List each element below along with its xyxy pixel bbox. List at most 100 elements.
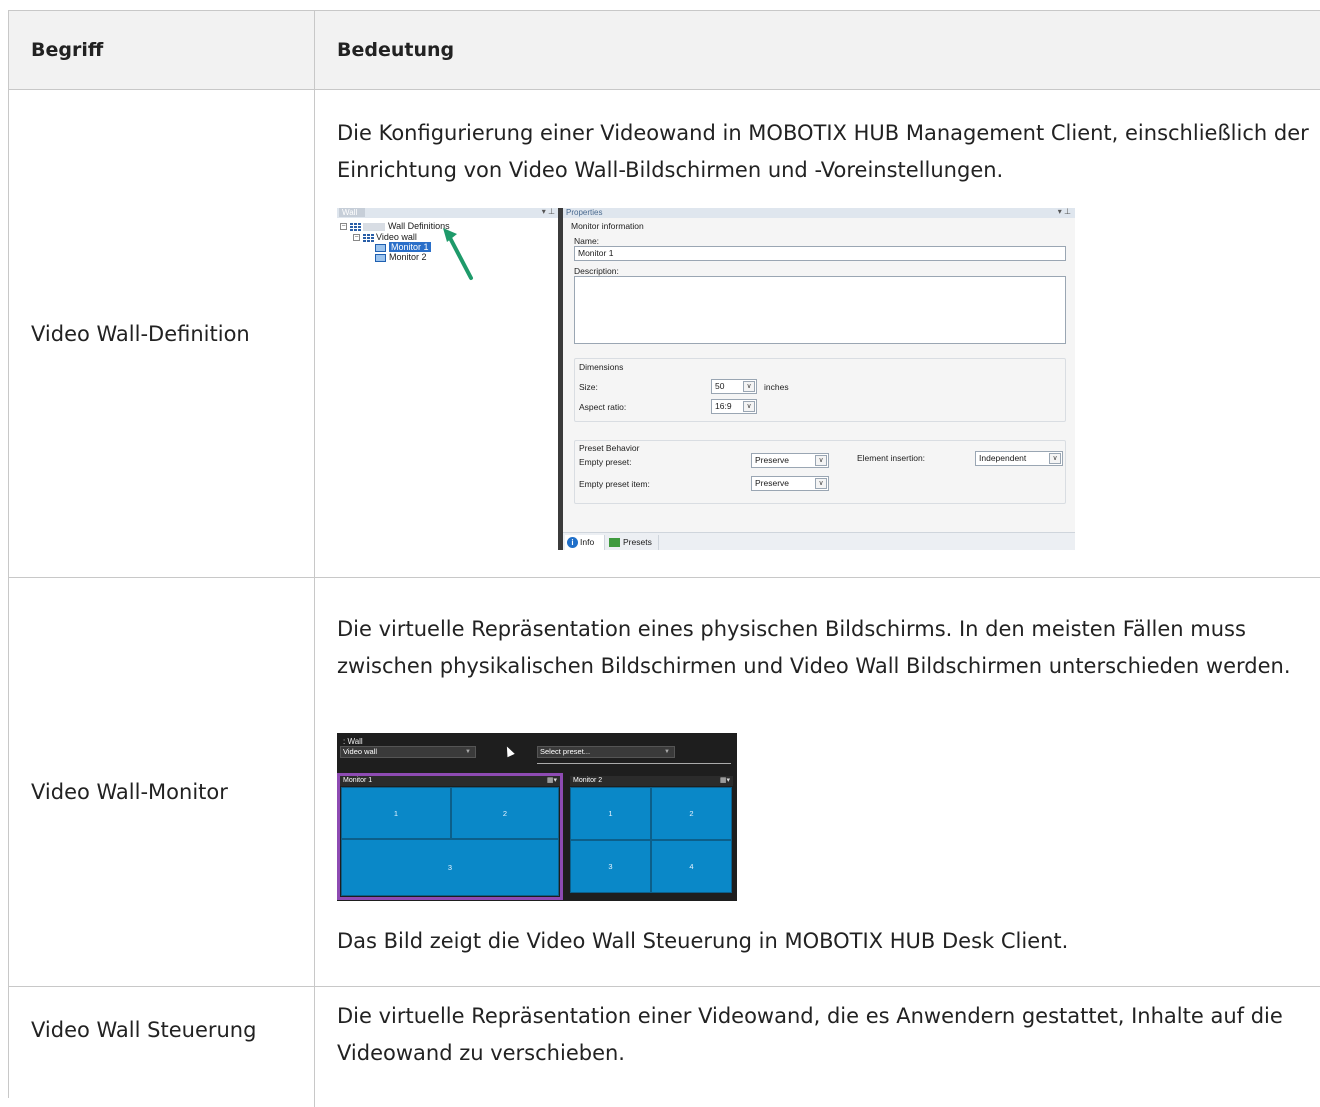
- wall-title: : Wall: [343, 737, 363, 746]
- tile-number: 2: [502, 808, 508, 818]
- monitor-1[interactable]: Monitor 1 ▦▾ 1 2 3: [337, 773, 563, 900]
- view-tile[interactable]: 2: [651, 787, 732, 840]
- properties-title: Properties: [566, 208, 603, 217]
- monitor-2[interactable]: Monitor 2 ▦▾ 1 2 3 4: [570, 776, 733, 901]
- term-cell: Video Wall Steuerung: [9, 987, 315, 1107]
- table-row: Video Wall Steuerung Die virtuelle Reprä…: [9, 987, 1320, 1107]
- tree-node-monitor-1: Monitor 1: [375, 242, 431, 252]
- empty-preset-item-value: Preserve: [755, 478, 790, 488]
- size-unit: inches: [764, 382, 789, 392]
- view-tile[interactable]: 3: [570, 840, 651, 893]
- header-cell-term: Begriff: [9, 11, 315, 89]
- cursor-icon: [503, 744, 515, 758]
- tree-monitor-2-label: Monitor 2: [389, 252, 427, 262]
- tree-wall-label: Video wall: [376, 232, 417, 242]
- term-label: Video Wall Steuerung: [31, 1018, 257, 1042]
- tile-number: 3: [447, 863, 453, 872]
- monitor-1-header: Monitor 1 ▦▾: [340, 776, 560, 786]
- grid-icon: [349, 222, 361, 232]
- tile-number: 1: [608, 809, 613, 818]
- monitor-information-title: Monitor information: [571, 221, 644, 231]
- green-arrow-icon: [443, 228, 473, 280]
- name-input[interactable]: Monitor 1: [574, 246, 1066, 261]
- view-tile[interactable]: 2: [451, 787, 559, 839]
- collapse-icon: −: [340, 223, 347, 231]
- preset-behavior-title: Preset Behavior: [579, 443, 640, 453]
- tile-number: 3: [608, 862, 613, 871]
- description-cell: Die virtuelle Repräsentation einer Video…: [315, 987, 1320, 1107]
- empty-preset-value: Preserve: [755, 455, 790, 465]
- tab-info-label: Info: [580, 537, 595, 547]
- aspect-ratio-value: 16:9: [715, 401, 732, 411]
- grid-layout-icon[interactable]: ▦▾: [720, 776, 730, 786]
- wall-select-value: Video wall: [343, 747, 378, 756]
- grid-layout-icon[interactable]: ▦▾: [547, 776, 557, 786]
- pin-icon: ▾ ⊥: [541, 208, 555, 216]
- header-meaning: Bedeutung: [337, 39, 455, 61]
- tree-node-video-wall: − Video wall: [353, 232, 417, 243]
- tile-number: 1: [393, 808, 399, 818]
- view-tile[interactable]: 4: [651, 840, 732, 893]
- element-insertion-select[interactable]: Independent ∨: [975, 451, 1063, 466]
- wall-panel-title: Wall: [339, 208, 365, 217]
- chevron-down-icon: ∨: [815, 455, 827, 466]
- tree-monitor-1-label: Monitor 1: [389, 242, 431, 252]
- pin-icon: ▾ ⊥: [1057, 208, 1071, 216]
- description-textarea[interactable]: [574, 276, 1066, 344]
- wall-select[interactable]: Video wall ▼: [340, 746, 476, 758]
- header-cell-meaning: Bedeutung: [315, 11, 1320, 89]
- monitor-icon: [375, 253, 386, 262]
- preset-behavior-group: [574, 440, 1066, 504]
- empty-preset-item-label: Empty preset item:: [579, 479, 650, 489]
- view-tile[interactable]: 1: [341, 787, 451, 839]
- chevron-down-icon: ▼: [664, 749, 670, 755]
- monitor-2-name: Monitor 2: [573, 777, 603, 784]
- tree-node-monitor-2: Monitor 2: [375, 252, 427, 262]
- element-insertion-label: Element insertion:: [857, 453, 926, 463]
- empty-preset-item-select[interactable]: Preserve ∨: [751, 476, 829, 491]
- definitions-table: Begriff Bedeutung Video Wall-Definition …: [8, 10, 1320, 1107]
- element-insertion-value: Independent: [979, 453, 1027, 463]
- view-tile[interactable]: 3: [341, 839, 559, 896]
- dimensions-group: [574, 358, 1066, 422]
- grid-icon: [362, 233, 374, 243]
- tab-presets[interactable]: Presets: [607, 535, 659, 550]
- preset-select[interactable]: Select preset... ▼: [537, 746, 675, 758]
- table-row: Video Wall-Definition Die Konfigurierung…: [9, 90, 1320, 578]
- term-label: Video Wall-Definition: [31, 322, 250, 346]
- tab-info[interactable]: i Info: [565, 535, 605, 550]
- redacted-box: [363, 222, 385, 231]
- monitor-1-name: Monitor 1: [343, 777, 373, 784]
- collapse-icon: −: [353, 234, 360, 242]
- description-cell: Die Konfigurierung einer Videowand in MO…: [315, 90, 1320, 577]
- management-client-screenshot: Wall ▾ ⊥ − Wall Definitions − Video wall M…: [337, 208, 1075, 550]
- tab-presets-label: Presets: [623, 537, 652, 547]
- properties-panel: Properties ▾ ⊥ Monitor information Name:…: [563, 208, 1075, 550]
- chevron-down-icon: ∨: [743, 381, 755, 392]
- size-value: 50: [715, 381, 725, 391]
- empty-preset-select[interactable]: Preserve ∨: [751, 453, 829, 468]
- chevron-down-icon: ∨: [815, 478, 827, 489]
- term-label: Video Wall-Monitor: [31, 780, 228, 804]
- header-term: Begriff: [31, 39, 104, 61]
- monitor-2-header: Monitor 2 ▦▾: [570, 776, 733, 786]
- table-row: Video Wall-Monitor Die virtuelle Repräse…: [9, 578, 1320, 987]
- chevron-down-icon: ∨: [743, 401, 755, 412]
- aspect-ratio-select[interactable]: 16:9 ∨: [711, 399, 757, 414]
- chevron-down-icon: ∨: [1049, 453, 1061, 464]
- tile-number: 2: [689, 809, 694, 818]
- info-icon: i: [567, 537, 578, 549]
- table-header-row: Begriff Bedeutung: [9, 11, 1320, 90]
- size-label: Size:: [579, 382, 598, 392]
- empty-preset-label: Empty preset:: [579, 457, 632, 467]
- term-cell: Video Wall-Definition: [9, 90, 315, 577]
- desk-client-screenshot: : Wall Video wall ▼ Select preset... ▼ Mon…: [337, 733, 737, 901]
- view-tile[interactable]: 1: [570, 787, 651, 840]
- size-select[interactable]: 50 ∨: [711, 379, 757, 394]
- description-label: Description:: [574, 266, 619, 276]
- presets-icon: [609, 538, 620, 548]
- wall-panel-header: Wall ▾ ⊥: [337, 208, 558, 218]
- monitor-icon: [375, 243, 386, 252]
- preset-select-value: Select preset...: [540, 747, 591, 756]
- properties-panel-header: Properties ▾ ⊥: [563, 208, 1075, 218]
